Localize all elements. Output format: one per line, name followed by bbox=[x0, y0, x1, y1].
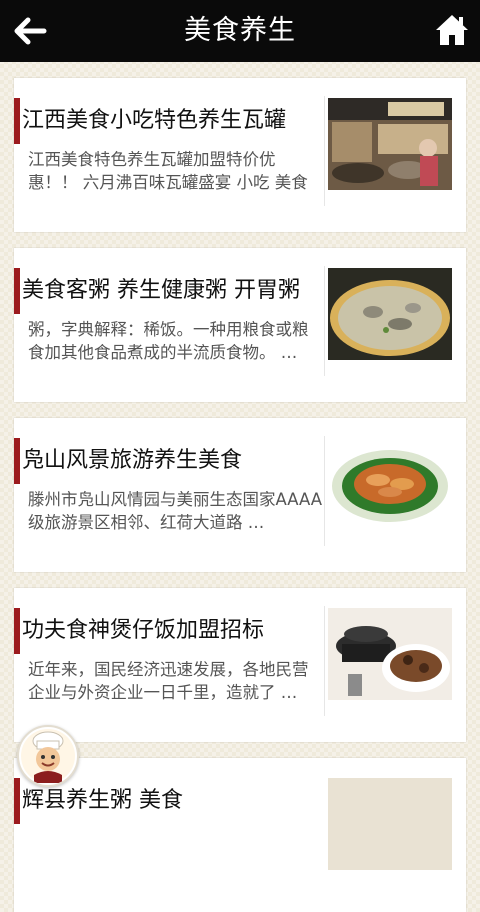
article-card[interactable]: 辉县养生粥 美食 bbox=[14, 758, 466, 912]
card-accent-bar bbox=[14, 778, 20, 824]
card-divider bbox=[324, 96, 325, 206]
card-divider bbox=[324, 436, 325, 546]
article-summary: 近年来，国民经济迅速发展，各地民营企业与外资企业一日千里，造就了 … bbox=[28, 660, 309, 702]
article-title: 江西美食小吃特色养生瓦罐 bbox=[22, 108, 287, 133]
card-accent-bar bbox=[14, 608, 20, 654]
article-summary: 滕州市凫山风情园与美丽生态国家AAAA级旅游景区相邻、红荷大道路 … bbox=[28, 490, 323, 532]
article-thumbnail bbox=[328, 98, 452, 190]
chef-avatar-icon bbox=[21, 729, 75, 783]
article-card[interactable]: 美食客粥 养生健康粥 开胃粥 粥，字典解释：稀饭。一种用粮食或粮食加其他食品煮成… bbox=[14, 248, 466, 402]
chef-avatar-button[interactable] bbox=[17, 725, 79, 787]
arrow-left-icon bbox=[14, 17, 47, 45]
article-card[interactable]: 江西美食小吃特色养生瓦罐 江西美食特色养生瓦罐加盟特价优惠！！ 六月沸百味瓦罐盛… bbox=[14, 78, 466, 232]
article-thumbnail bbox=[328, 438, 452, 530]
article-thumbnail bbox=[328, 608, 452, 700]
article-title: 辉县养生粥 美食 bbox=[22, 788, 183, 813]
card-divider bbox=[324, 606, 325, 716]
card-accent-bar bbox=[14, 438, 20, 484]
article-summary: 粥，字典解释：稀饭。一种用粮食或粮食加其他食品煮成的半流质食物。 … bbox=[28, 320, 309, 362]
card-accent-bar bbox=[14, 268, 20, 314]
article-title: 功夫食神煲仔饭加盟招标 bbox=[22, 618, 265, 643]
card-divider bbox=[324, 266, 325, 376]
article-summary: 江西美食特色养生瓦罐加盟特价优惠！！ 六月沸百味瓦罐盛宴 小吃 美食 … bbox=[28, 150, 308, 192]
article-card[interactable]: 功夫食神煲仔饭加盟招标 近年来，国民经济迅速发展，各地民营企业与外资企业一日千里… bbox=[14, 588, 466, 742]
article-summary bbox=[28, 828, 324, 874]
article-title: 凫山风景旅游养生美食 bbox=[22, 448, 243, 473]
article-title: 美食客粥 养生健康粥 开胃粥 bbox=[22, 278, 300, 303]
back-button[interactable] bbox=[10, 12, 50, 50]
page-title: 美食养生 bbox=[184, 15, 296, 46]
top-bar: 美食养生 bbox=[0, 0, 480, 62]
article-card[interactable]: 凫山风景旅游养生美食 滕州市凫山风情园与美丽生态国家AAAA级旅游景区相邻、红荷… bbox=[14, 418, 466, 572]
card-accent-bar bbox=[14, 98, 20, 144]
article-thumbnail bbox=[328, 268, 452, 360]
home-icon bbox=[436, 15, 468, 45]
home-button[interactable] bbox=[434, 12, 470, 48]
article-thumbnail bbox=[328, 778, 452, 870]
